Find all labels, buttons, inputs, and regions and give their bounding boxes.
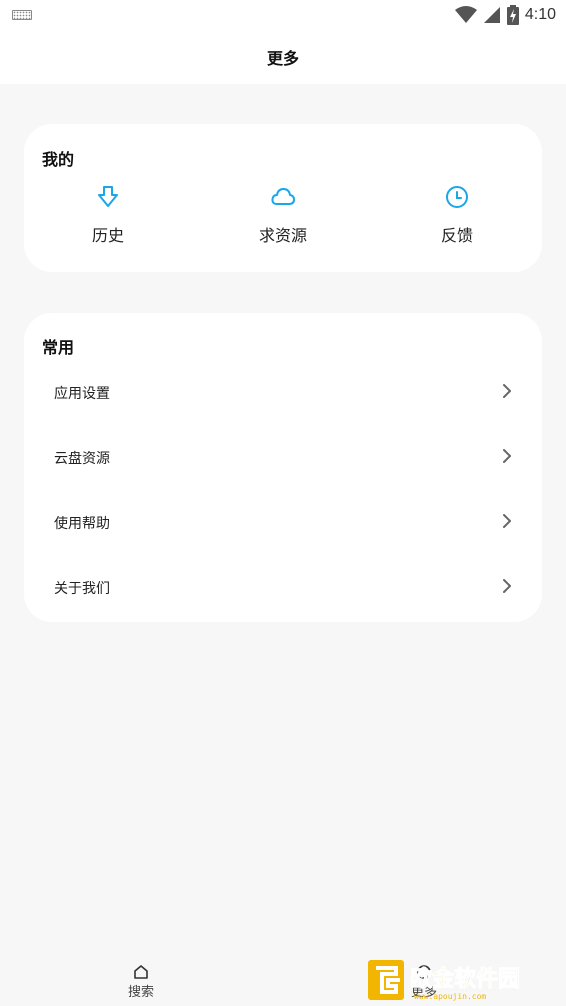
mine-title: 我的 [42,150,75,169]
signal-icon [483,7,500,23]
wifi-icon [454,6,477,23]
request-resource-button[interactable]: 求资源 [223,184,343,254]
watermark-url: www.apoujin.com [414,992,486,1001]
status-bar: 4:10 [0,0,566,30]
tab-search-label: 搜索 [127,985,154,1000]
watermark-title: 欧金软件园 [410,966,520,992]
request-resource-label: 求资源 [258,226,307,245]
list-item-label: 应用设置 [54,386,110,402]
clock-icon [446,186,468,208]
keyboard-icon [12,10,32,20]
mine-card: 我的 历史 求资源 反馈 [24,124,542,272]
chevron-right-icon [503,449,511,463]
list-item-cloud-resources[interactable]: 云盘资源 [24,426,542,490]
download-icon [98,186,118,207]
feedback-button[interactable]: 反馈 [397,184,517,254]
feedback-label: 反馈 [440,226,473,245]
home-icon [134,965,148,979]
tab-search[interactable]: 搜索 [101,964,181,1000]
history-button[interactable]: 历史 [48,184,168,254]
header: 更多 [0,30,566,84]
watermark-logo: 欧金软件园 www.apoujin.com [368,960,520,1001]
list-item-label: 关于我们 [54,581,110,597]
cloud-icon [271,188,295,205]
history-label: 历史 [91,226,124,245]
common-title: 常用 [42,338,75,357]
list-item-about-us[interactable]: 关于我们 [24,556,542,620]
chevron-right-icon [503,384,511,398]
list-item-label: 使用帮助 [54,516,110,532]
list-item-help[interactable]: 使用帮助 [24,491,542,555]
status-time: 4:10 [524,6,556,23]
common-card: 常用 应用设置 云盘资源 使用帮助 关于我们 [24,313,542,622]
status-icons: 4:10 [454,3,556,27]
page-title: 更多 [266,49,299,68]
list-item-label: 云盘资源 [54,451,110,467]
battery-charging-icon [506,5,519,25]
chevron-right-icon [503,579,511,593]
chevron-right-icon [503,514,511,528]
list-item-app-settings[interactable]: 应用设置 [24,361,542,425]
